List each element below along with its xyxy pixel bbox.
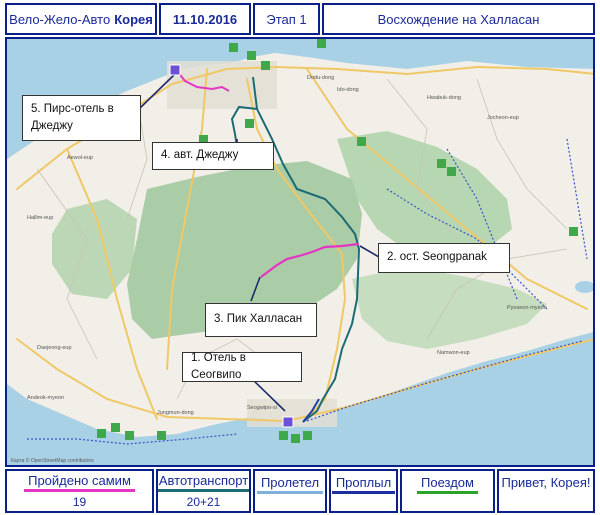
header-route-name: Восхождение на Халласан [377, 11, 540, 27]
legend-sailed: Проплыл [329, 469, 398, 513]
legend-walked: Пройдено самим 19 [5, 469, 154, 513]
waypoint-5-callout[interactable]: 5. Пирс-отель в Джеджу [22, 95, 141, 141]
header-title-country: Корея [114, 11, 153, 27]
poi-icon [111, 423, 120, 432]
waypoint-1-label: 1. Отель в Сеогвипо [191, 351, 246, 381]
greeting-box: Привет, Корея! [497, 469, 595, 513]
poi-icon [97, 429, 106, 438]
waypoint-4-callout[interactable]: 4. авт. Джеджу [152, 142, 274, 170]
legend-train: Поездом [400, 469, 495, 513]
poi-icon [317, 39, 326, 48]
poi-icon [125, 431, 134, 440]
map-place-label: Hwabuk-dong [427, 95, 461, 101]
legend-sailed-label: Проплыл [331, 475, 396, 494]
map-sea-east [575, 281, 593, 293]
poi-icon [357, 137, 366, 146]
map-place-label: Seogwipo-si [247, 405, 277, 411]
header-stage: Этап 1 [266, 11, 307, 27]
poi-icon [261, 61, 270, 70]
poi-icon [437, 159, 446, 168]
map-place-label: Dodu-dong [307, 75, 334, 81]
poi-icon [229, 43, 238, 52]
header-date: 11.10.2016 [172, 11, 238, 27]
poi-icon [247, 51, 256, 60]
map-place-label: Hallim-eup [27, 215, 53, 221]
map-place-label: Aewol-eup [67, 155, 93, 161]
map-place-label: Pyoseon-myeon [507, 305, 547, 311]
map-attribution: Карта © OpenStreetMap contributors [11, 458, 94, 464]
map-place-label: Daejeong-eup [37, 345, 72, 351]
map-place-label: Jungmun-dong [157, 410, 194, 416]
legend-flown: Пролетел [253, 469, 327, 513]
route-map[interactable]: Dodu-dong Ido-dong Hwabuk-dong Jocheon-e… [5, 37, 595, 467]
legend-walked-value: 19 [72, 495, 87, 509]
poi-icon [447, 167, 456, 176]
hotel-seogwipo-icon [282, 416, 294, 428]
waypoint-3-callout[interactable]: 3. Пик Халласан [205, 303, 317, 337]
header-title-prefix: Вело-Жело-Авто [9, 11, 111, 27]
header-route-box: Восхождение на Халласан [322, 3, 595, 35]
header-stage-box: Этап 1 [253, 3, 320, 35]
poi-icon [569, 227, 578, 236]
waypoint-1-callout[interactable]: 1. Отель в Сеогвипо [182, 352, 302, 382]
map-place-label: Jocheon-eup [487, 115, 519, 121]
header-title-box: Вело-Жело-Авто Корея [5, 3, 157, 35]
waypoint-2-callout[interactable]: 2. ост. Seongpanak [378, 243, 510, 273]
waypoint-2-label: 2. ост. Seongpanak [387, 251, 487, 264]
waypoint-4-label: 4. авт. Джеджу [161, 149, 239, 162]
hotel-jeju-icon [169, 64, 181, 76]
legend-transport-value: 20+21 [186, 495, 221, 509]
poi-icon [157, 431, 166, 440]
greeting-text: Привет, Корея! [501, 475, 591, 490]
poi-icon [245, 119, 254, 128]
legend-walked-label: Пройдено самим [24, 473, 135, 492]
poi-icon [279, 431, 288, 440]
map-place-label: Ido-dong [337, 87, 359, 93]
poi-icon [291, 434, 300, 443]
legend-transport: Автотранспорт 20+21 [156, 469, 251, 513]
poi-icon [303, 431, 312, 440]
map-place-label: Andeok-myeon [27, 395, 64, 401]
legend-flown-label: Пролетел [256, 475, 324, 494]
header-date-box: 11.10.2016 [159, 3, 251, 35]
map-place-label: Namwon-eup [437, 350, 470, 356]
legend-transport-label: Автотранспорт [158, 473, 249, 492]
waypoint-3-label: 3. Пик Халласан [214, 313, 303, 326]
legend-train-label: Поездом [417, 475, 478, 494]
waypoint-5-label: 5. Пирс-отель в Джеджу [31, 102, 114, 132]
